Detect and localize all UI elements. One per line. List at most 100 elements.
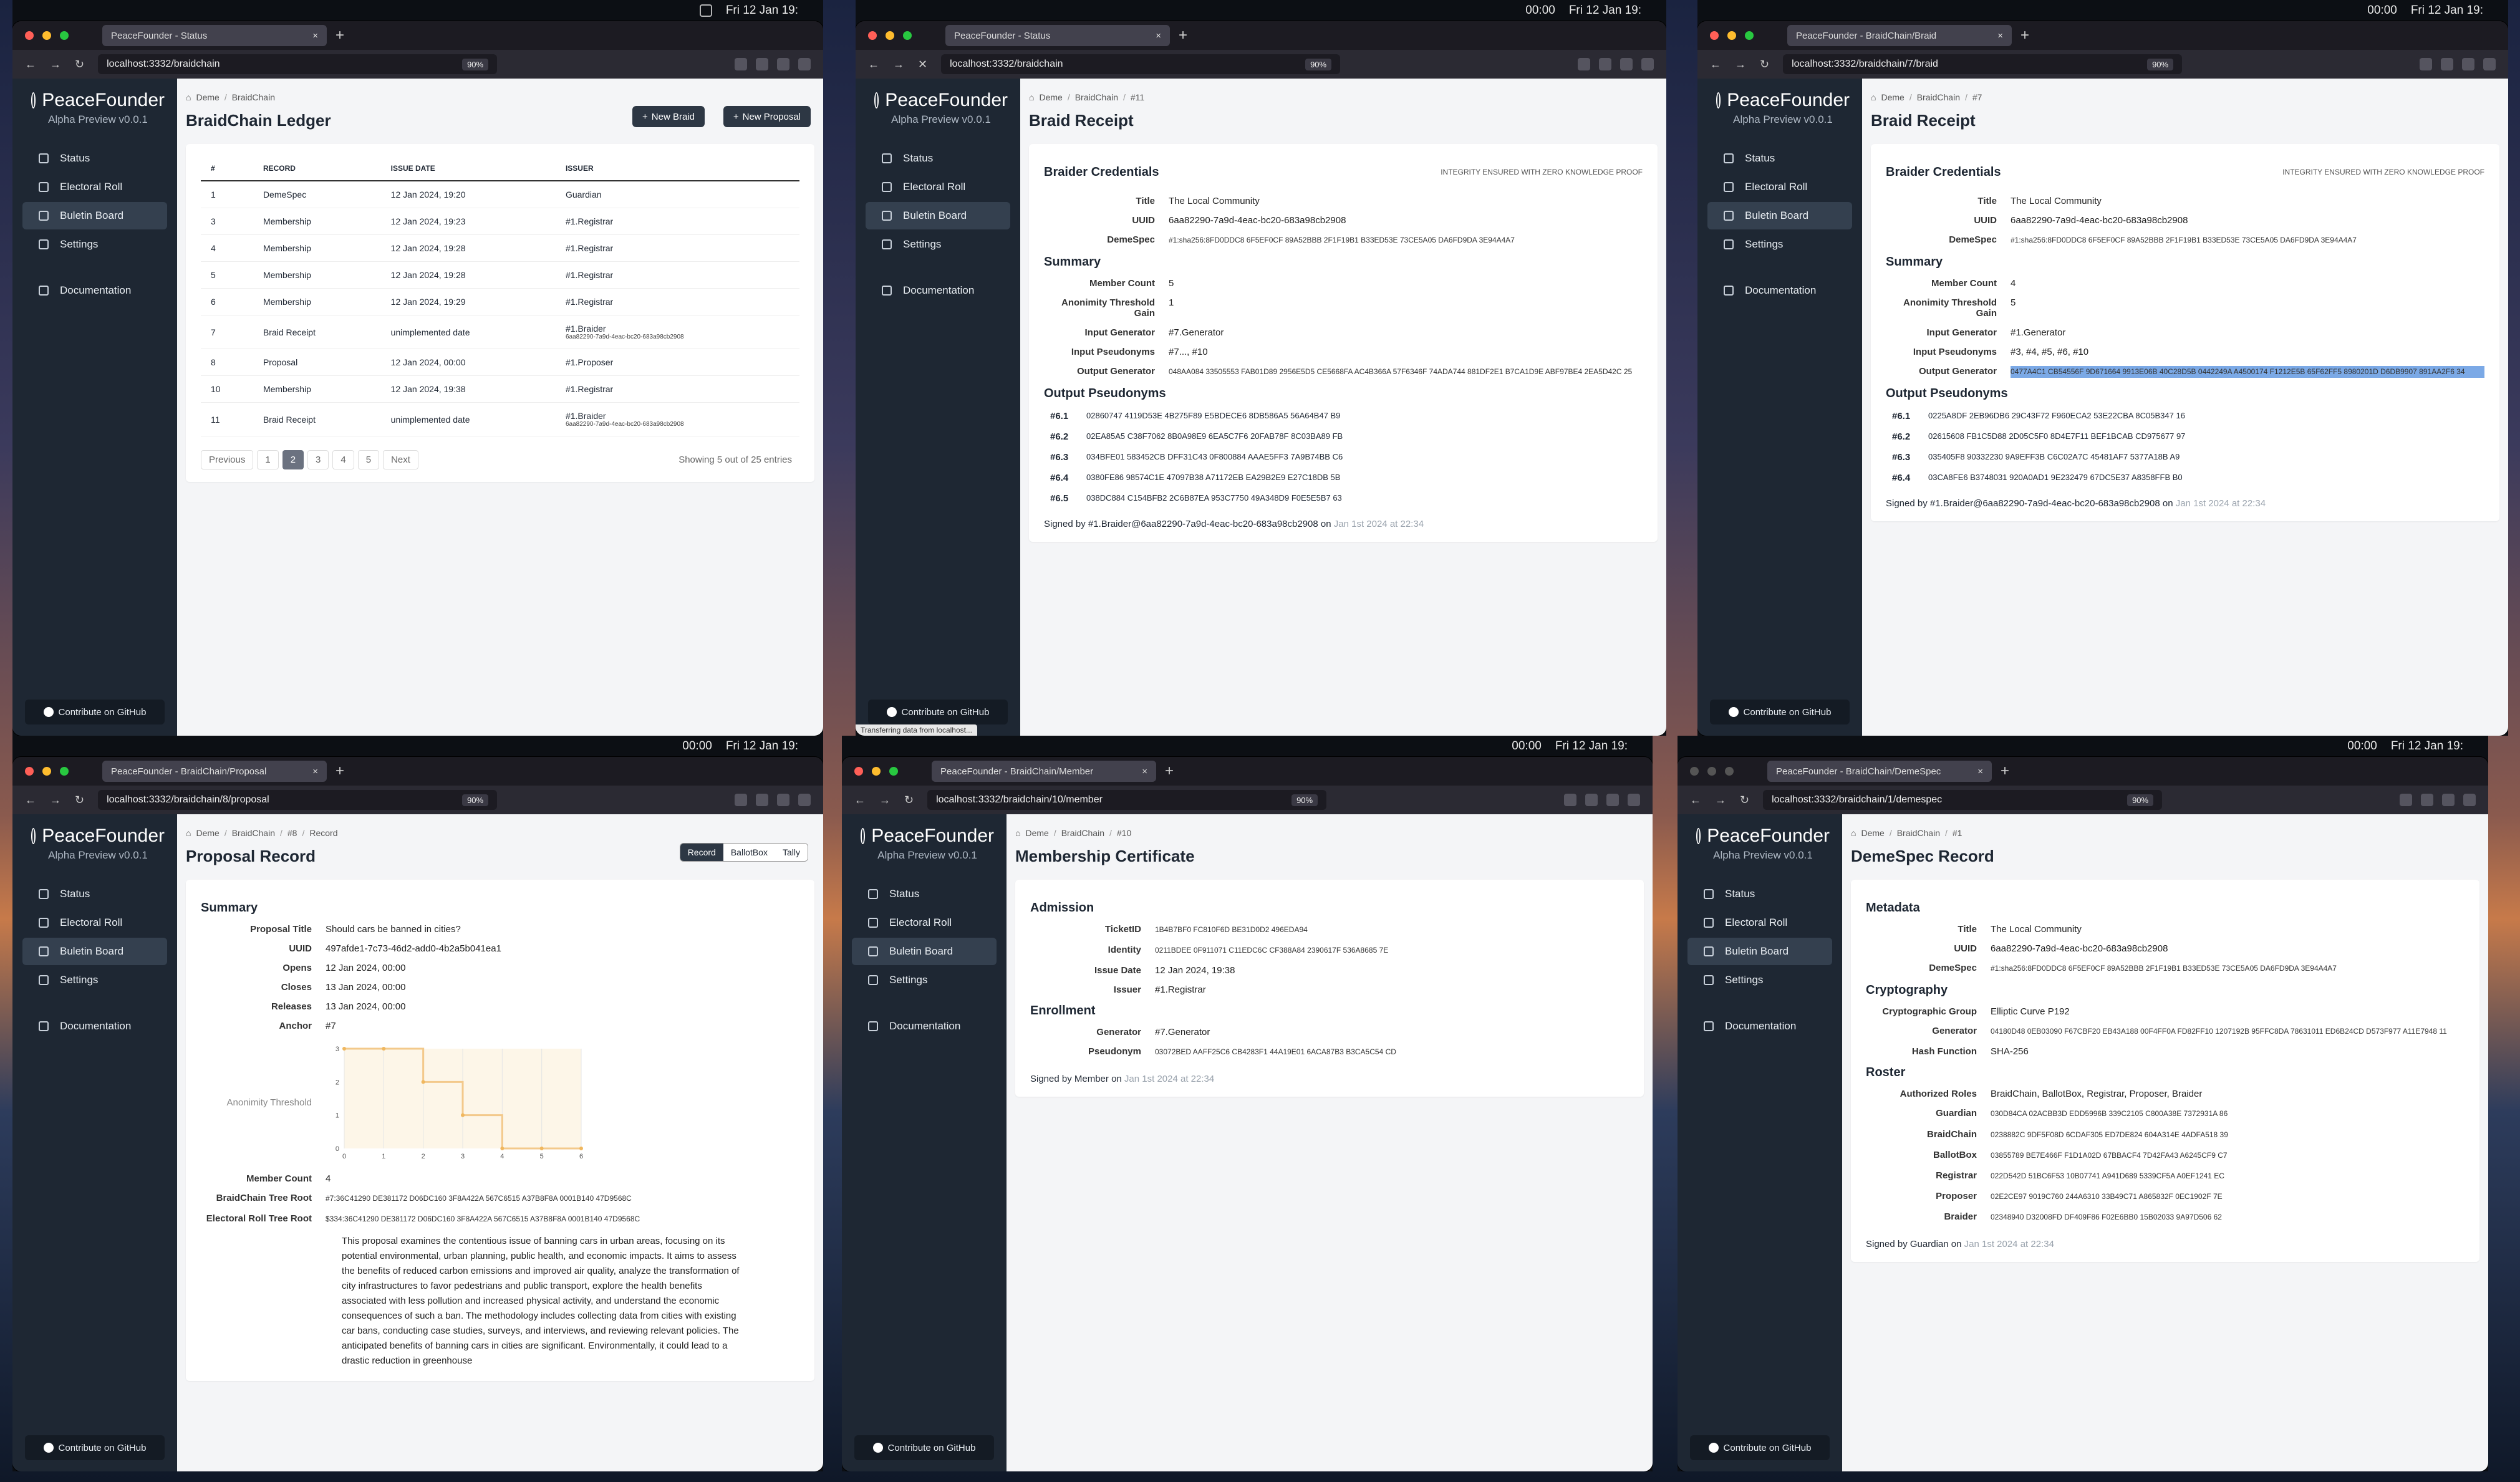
github-button[interactable]: Contribute on GitHub bbox=[25, 700, 165, 724]
maximize-button[interactable] bbox=[60, 767, 69, 776]
minimize-button[interactable] bbox=[1727, 31, 1736, 40]
browser-tab[interactable]: PeaceFounder - BraidChain/Member × bbox=[932, 761, 1156, 782]
breadcrumb-braidchain[interactable]: BraidChain bbox=[1897, 828, 1940, 838]
table-row[interactable]: 7 Braid Receipt unimplemented date #1.Braid… bbox=[201, 315, 799, 349]
sidebar-item-buletin-board[interactable]: Buletin Board bbox=[866, 202, 1010, 229]
new-braid-button[interactable]: + New Braid bbox=[632, 106, 705, 127]
maximize-button[interactable] bbox=[889, 767, 898, 776]
breadcrumb-braidchain[interactable]: BraidChain bbox=[232, 828, 275, 838]
forward-icon[interactable]: → bbox=[50, 794, 61, 807]
github-button[interactable]: Contribute on GitHub bbox=[1710, 700, 1850, 724]
back-icon[interactable]: ← bbox=[25, 58, 36, 71]
forward-icon[interactable]: → bbox=[893, 58, 904, 71]
reload-icon[interactable]: ↻ bbox=[75, 794, 84, 807]
new-tab-button[interactable]: + bbox=[2001, 763, 2009, 780]
back-icon[interactable]: ← bbox=[1710, 58, 1721, 71]
github-button[interactable]: Contribute on GitHub bbox=[854, 1435, 994, 1460]
breadcrumb-braidchain[interactable]: BraidChain bbox=[1075, 92, 1118, 102]
table-row[interactable]: 11 Braid Receipt unimplemented date #1.Brai… bbox=[201, 402, 799, 436]
github-button[interactable]: Contribute on GitHub bbox=[1690, 1435, 1830, 1460]
extension-icon[interactable] bbox=[1585, 794, 1598, 806]
table-row[interactable]: 3 Membership 12 Jan 2024, 19:23 #1.Registra… bbox=[201, 208, 799, 235]
sidebar-item-buletin-board[interactable]: Buletin Board bbox=[22, 202, 167, 229]
extension-icon[interactable] bbox=[1564, 794, 1576, 806]
zoom-level[interactable]: 90% bbox=[2127, 794, 2154, 806]
zoom-level[interactable]: 90% bbox=[2147, 58, 2174, 70]
sidebar-item-buletin-board[interactable]: Buletin Board bbox=[1687, 938, 1832, 965]
github-button[interactable]: Contribute on GitHub bbox=[25, 1435, 165, 1460]
tab-ballotbox[interactable]: BallotBox bbox=[723, 844, 775, 861]
sidebar-item-documentation[interactable]: Documentation bbox=[1687, 1013, 1832, 1040]
sidebar-item-status[interactable]: Status bbox=[1687, 880, 1832, 908]
page-button[interactable]: 1 bbox=[257, 450, 279, 469]
maximize-button[interactable] bbox=[903, 31, 912, 40]
extension-icon[interactable] bbox=[1641, 58, 1654, 70]
breadcrumb-braidchain[interactable]: BraidChain bbox=[1917, 92, 1960, 102]
extension-icon[interactable] bbox=[777, 794, 789, 806]
close-tab-icon[interactable]: × bbox=[312, 766, 318, 777]
address-bar[interactable]: localhost:3332/braidchain/8/proposal 90% bbox=[98, 790, 498, 810]
browser-tab[interactable]: PeaceFounder - BraidChain/Proposal × bbox=[102, 761, 327, 782]
sidebar-item-electoral-roll[interactable]: Electoral Roll bbox=[866, 173, 1010, 201]
github-button[interactable]: Contribute on GitHub bbox=[868, 700, 1008, 724]
sidebar-item-buletin-board[interactable]: Buletin Board bbox=[22, 938, 167, 965]
sidebar-item-electoral-roll[interactable]: Electoral Roll bbox=[1687, 909, 1832, 936]
prev-button[interactable]: Previous bbox=[201, 450, 254, 469]
back-icon[interactable]: ← bbox=[854, 794, 866, 807]
address-bar[interactable]: localhost:3332/braidchain/10/member 90% bbox=[927, 790, 1327, 810]
close-tab-icon[interactable]: × bbox=[1997, 31, 2003, 41]
sidebar-item-settings[interactable]: Settings bbox=[1687, 966, 1832, 994]
sidebar-item-settings[interactable]: Settings bbox=[852, 966, 997, 994]
page-button[interactable]: 4 bbox=[332, 450, 354, 469]
sidebar-item-documentation[interactable]: Documentation bbox=[22, 1013, 167, 1040]
sidebar-item-status[interactable]: Status bbox=[866, 145, 1010, 172]
breadcrumb-deme[interactable]: Deme bbox=[1025, 828, 1048, 838]
zoom-level[interactable]: 90% bbox=[462, 794, 489, 806]
maximize-button[interactable] bbox=[1745, 31, 1754, 40]
breadcrumb-record[interactable]: #8 bbox=[287, 828, 297, 838]
extension-icon[interactable] bbox=[735, 58, 747, 70]
minimize-button[interactable] bbox=[42, 31, 51, 40]
maximize-button[interactable] bbox=[60, 31, 69, 40]
breadcrumb-deme[interactable]: Deme bbox=[1861, 828, 1884, 838]
sidebar-item-documentation[interactable]: Documentation bbox=[852, 1013, 997, 1040]
extension-icon[interactable] bbox=[2421, 794, 2433, 806]
address-bar[interactable]: localhost:3332/braidchain 90% bbox=[941, 54, 1341, 74]
close-tab-icon[interactable]: × bbox=[1977, 766, 1983, 777]
sidebar-item-electoral-roll[interactable]: Electoral Roll bbox=[22, 909, 167, 936]
close-window-button[interactable] bbox=[854, 767, 863, 776]
table-row[interactable]: 1 DemeSpec 12 Jan 2024, 19:20 Guardian bbox=[201, 181, 799, 208]
close-window-button[interactable] bbox=[1710, 31, 1719, 40]
close-window-button[interactable] bbox=[25, 767, 34, 776]
reload-icon[interactable]: ↻ bbox=[75, 58, 84, 71]
extension-icon[interactable] bbox=[2463, 794, 2476, 806]
back-icon[interactable]: ← bbox=[1690, 794, 1701, 807]
breadcrumb-deme[interactable]: Deme bbox=[196, 92, 219, 102]
table-row[interactable]: 5 Membership 12 Jan 2024, 19:28 #1.Registra… bbox=[201, 261, 799, 289]
extension-icon[interactable] bbox=[1620, 58, 1633, 70]
sidebar-item-settings[interactable]: Settings bbox=[866, 231, 1010, 258]
close-window-button[interactable] bbox=[868, 31, 877, 40]
sidebar-item-electoral-roll[interactable]: Electoral Roll bbox=[852, 909, 997, 936]
new-tab-button[interactable]: + bbox=[1179, 27, 1187, 44]
extension-icon[interactable] bbox=[756, 794, 768, 806]
forward-icon[interactable]: → bbox=[879, 794, 891, 807]
extension-icon[interactable] bbox=[2462, 58, 2474, 70]
close-tab-icon[interactable]: × bbox=[1142, 766, 1147, 777]
minimize-button[interactable] bbox=[886, 31, 894, 40]
sidebar-item-documentation[interactable]: Documentation bbox=[866, 277, 1010, 304]
new-proposal-button[interactable]: + New Proposal bbox=[723, 106, 811, 127]
extension-icon[interactable] bbox=[756, 58, 768, 70]
extension-icon[interactable] bbox=[2483, 58, 2496, 70]
browser-tab[interactable]: PeaceFounder - BraidChain/Braid × bbox=[1787, 25, 2012, 46]
sidebar-item-electoral-roll[interactable]: Electoral Roll bbox=[22, 173, 167, 201]
zoom-level[interactable]: 90% bbox=[462, 58, 489, 70]
sidebar-item-documentation[interactable]: Documentation bbox=[22, 277, 167, 304]
extension-icon[interactable] bbox=[1578, 58, 1590, 70]
sidebar-item-settings[interactable]: Settings bbox=[22, 966, 167, 994]
minimize-button[interactable] bbox=[1707, 767, 1716, 776]
sidebar-item-settings[interactable]: Settings bbox=[1707, 231, 1852, 258]
forward-icon[interactable]: → bbox=[1735, 58, 1746, 71]
table-row[interactable]: 8 Proposal 12 Jan 2024, 00:00 #1.Proposer bbox=[201, 349, 799, 376]
tab-tally[interactable]: Tally bbox=[775, 844, 808, 861]
